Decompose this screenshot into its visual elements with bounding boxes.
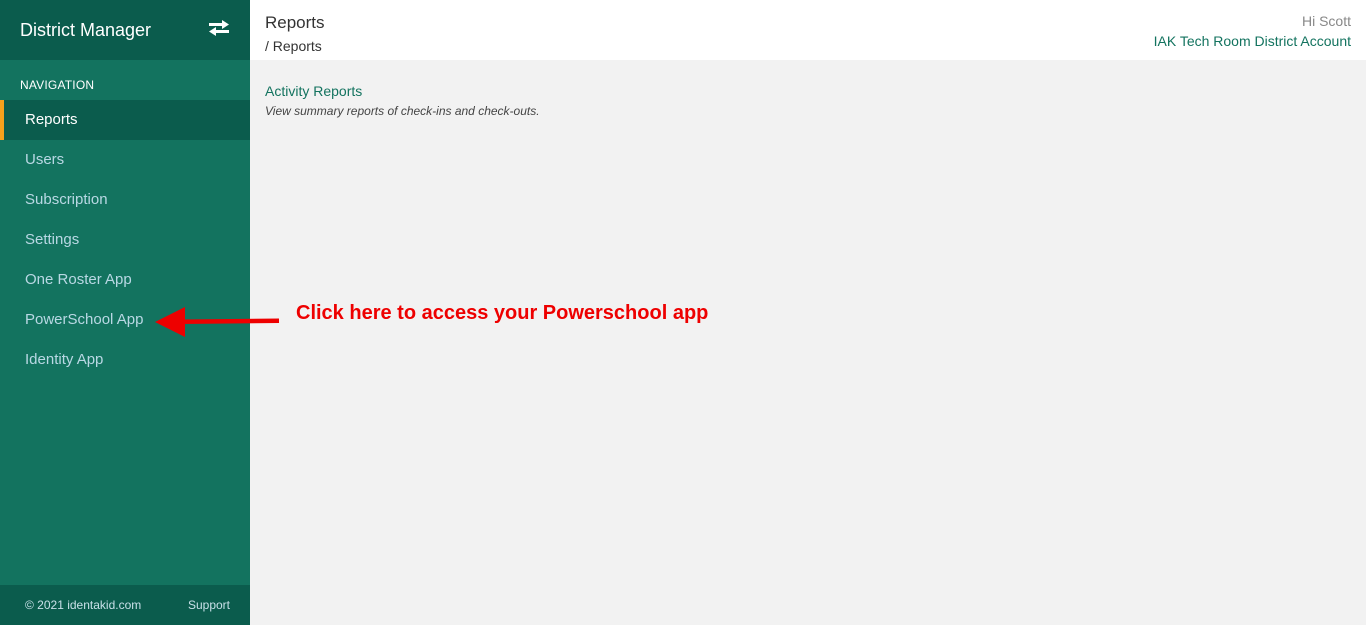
account-link[interactable]: IAK Tech Room District Account bbox=[1154, 33, 1351, 49]
nav-header: NAVIGATION bbox=[20, 78, 95, 92]
sidebar-item-reports[interactable]: Reports bbox=[0, 100, 250, 140]
sidebar-brand: District Manager bbox=[0, 0, 250, 60]
sidebar-footer: © 2021 identakid.com Support bbox=[0, 585, 250, 625]
breadcrumb: / Reports bbox=[265, 38, 322, 54]
report-description: View summary reports of check-ins and ch… bbox=[265, 104, 540, 118]
sidebar-item-settings[interactable]: Settings bbox=[0, 220, 250, 260]
annotation-arrow-icon bbox=[155, 307, 280, 337]
sidebar-item-subscription[interactable]: Subscription bbox=[0, 180, 250, 220]
brand-title: District Manager bbox=[20, 19, 152, 40]
sidebar-item-users[interactable]: Users bbox=[0, 140, 250, 180]
sidebar-item-identity-app[interactable]: Identity App bbox=[0, 340, 250, 380]
top-bar: Reports / Reports Hi Scott IAK Tech Room… bbox=[250, 0, 1366, 60]
support-link[interactable]: Support bbox=[188, 598, 230, 612]
user-greeting: Hi Scott bbox=[1301, 13, 1351, 29]
page-title: Reports bbox=[265, 13, 325, 32]
nav-list: Reports Users Subscription Settings One … bbox=[0, 100, 250, 380]
copyright: © 2021 identakid.com bbox=[25, 598, 142, 612]
swap-arrows-icon[interactable] bbox=[208, 19, 230, 42]
activity-reports-link[interactable]: Activity Reports bbox=[265, 83, 362, 99]
report-entry: Activity Reports View summary reports of… bbox=[265, 83, 1351, 118]
sidebar-item-one-roster-app[interactable]: One Roster App bbox=[0, 260, 250, 300]
annotation-text: Click here to access your Powerschool ap… bbox=[296, 302, 709, 324]
main-content: Activity Reports View summary reports of… bbox=[250, 60, 1366, 625]
